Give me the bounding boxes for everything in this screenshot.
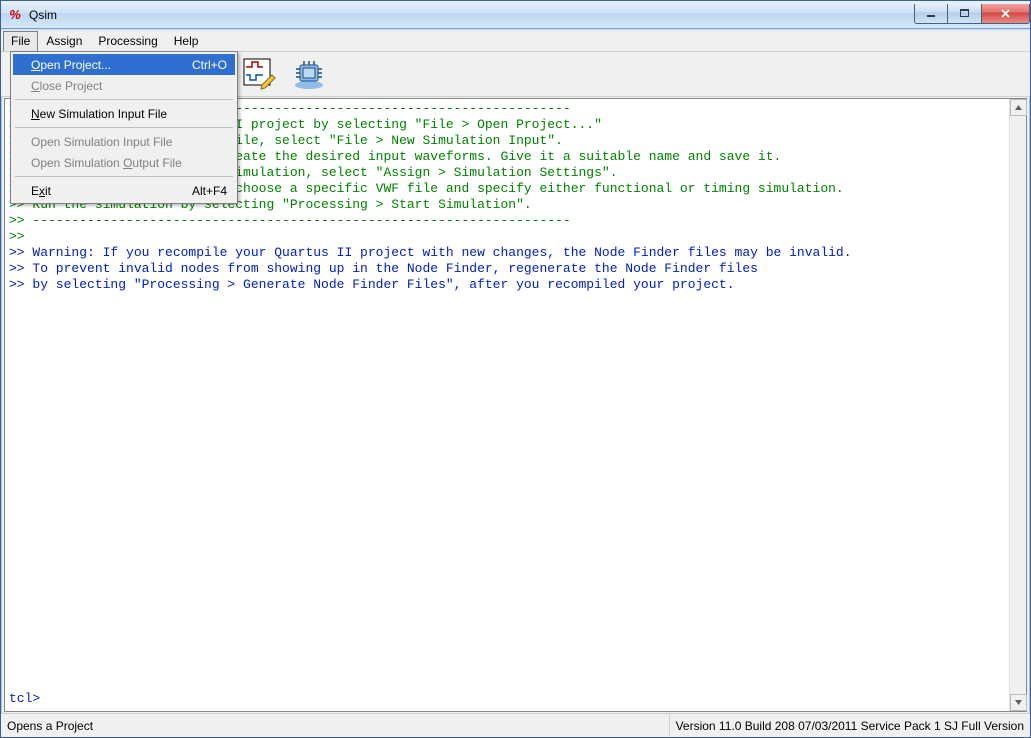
app-icon: % (7, 7, 23, 23)
menu-open-project[interactable]: Open Project... Ctrl+O (13, 54, 235, 75)
window-title: Qsim (29, 8, 57, 22)
application-window: % Qsim File Assign Processing Help (0, 0, 1031, 738)
maximize-icon (958, 8, 971, 19)
menu-open-simulation-output: Open Simulation Output File (13, 152, 235, 173)
menubar: File Assign Processing Help (1, 31, 1030, 52)
minimize-icon (925, 8, 938, 19)
menu-close-project: Close Project (13, 75, 235, 96)
menu-separator (15, 176, 233, 177)
chevron-up-icon (1014, 103, 1023, 112)
status-version: Version 11.0 Build 208 07/03/2011 Servic… (669, 714, 1024, 737)
chevron-down-icon (1014, 698, 1023, 707)
menu-open-simulation-input: Open Simulation Input File (13, 131, 235, 152)
menu-file[interactable]: File (3, 31, 38, 51)
menu-separator (15, 99, 233, 100)
file-menu-dropdown: Open Project... Ctrl+O Close Project New… (10, 51, 238, 204)
toolbar-waveform-button[interactable] (241, 56, 277, 92)
shortcut-label: Alt+F4 (172, 184, 227, 198)
tcl-prompt[interactable]: tcl> (9, 691, 40, 707)
chip-icon (292, 57, 326, 91)
waveform-edit-icon (242, 57, 276, 91)
toolbar-chip-button[interactable] (291, 56, 327, 92)
shortcut-label: Ctrl+O (172, 58, 227, 72)
menu-processing[interactable]: Processing (90, 31, 165, 51)
minimize-button[interactable] (914, 4, 948, 24)
window-controls (914, 5, 1030, 24)
status-message: Opens a Project (7, 719, 93, 733)
titlebar[interactable]: % Qsim (1, 1, 1030, 29)
vertical-scrollbar[interactable] (1009, 99, 1026, 711)
statusbar: Opens a Project Version 11.0 Build 208 0… (1, 713, 1030, 737)
maximize-button[interactable] (948, 4, 982, 24)
menu-new-simulation-input[interactable]: New Simulation Input File (13, 103, 235, 124)
close-button[interactable] (982, 4, 1030, 24)
scroll-down-button[interactable] (1010, 694, 1027, 711)
close-icon (999, 8, 1012, 19)
menu-separator (15, 127, 233, 128)
scroll-up-button[interactable] (1010, 99, 1027, 116)
menu-assign[interactable]: Assign (38, 31, 90, 51)
menu-help[interactable]: Help (166, 31, 207, 51)
menu-exit[interactable]: Exit Alt+F4 (13, 180, 235, 201)
